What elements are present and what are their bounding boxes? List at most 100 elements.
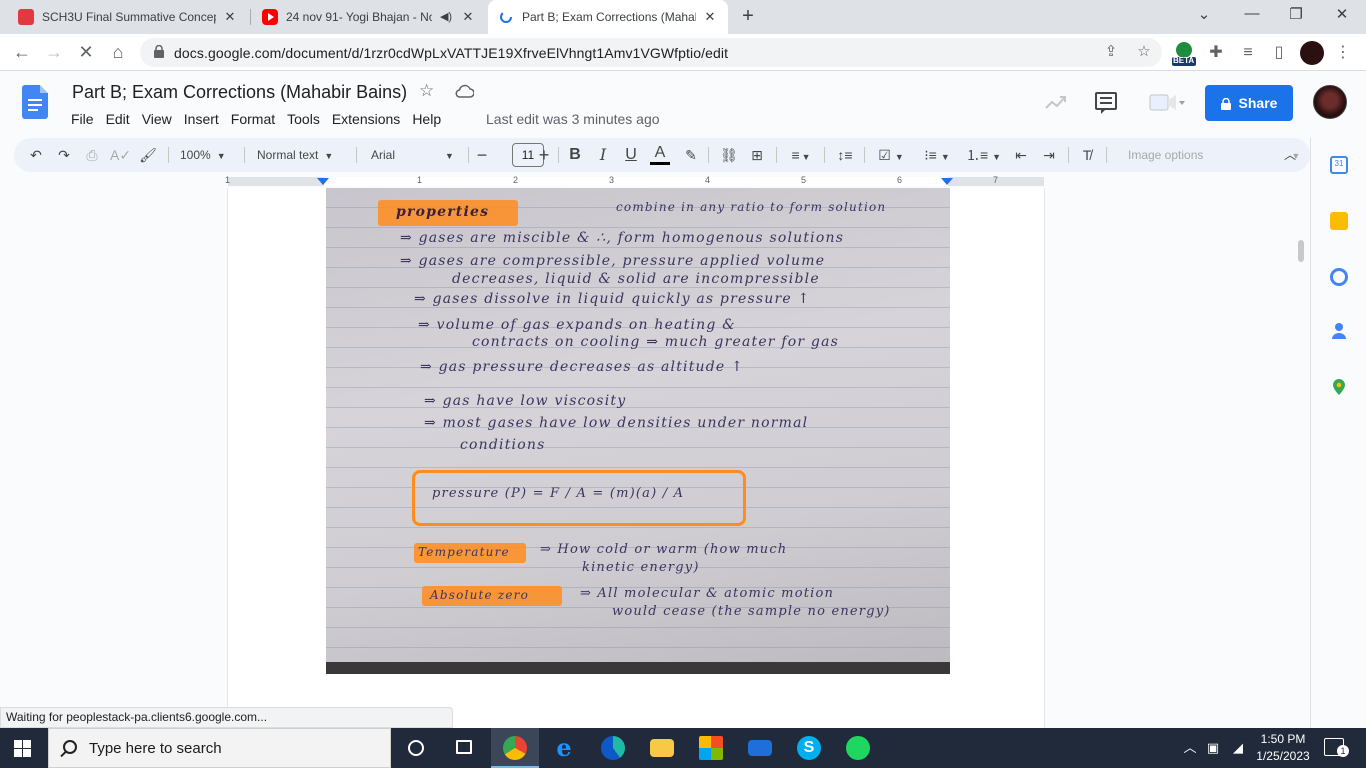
speaker-icon[interactable]: ◀) bbox=[438, 9, 454, 25]
image-options-button[interactable]: Image options ▼ bbox=[1128, 144, 1300, 167]
spotify-icon[interactable] bbox=[834, 728, 882, 768]
bold-button[interactable]: B bbox=[566, 144, 584, 166]
show-hidden-icons-icon[interactable]: ︿ bbox=[1182, 740, 1198, 756]
address-bar[interactable]: docs.google.com/document/d/1rzr0cdWpLxVA… bbox=[140, 38, 1162, 67]
mail-icon[interactable] bbox=[736, 728, 784, 768]
menu-tools[interactable]: Tools bbox=[281, 109, 326, 129]
comments-icon[interactable] bbox=[1093, 90, 1119, 116]
italic-button[interactable]: I bbox=[594, 144, 612, 166]
handwritten-notes-image[interactable]: properties combine in any ratio to form … bbox=[326, 188, 950, 674]
font-family-select[interactable]: Arial ▼ bbox=[371, 144, 461, 166]
decrease-font-size-button[interactable]: − bbox=[474, 144, 490, 166]
task-view-icon[interactable] bbox=[440, 728, 488, 768]
calendar-icon[interactable]: 31 bbox=[1330, 156, 1348, 174]
bulleted-list-icon[interactable]: ⁝≡ ▼ bbox=[920, 144, 954, 166]
left-indent-marker[interactable] bbox=[317, 178, 329, 185]
increase-indent-icon[interactable]: ⇥ bbox=[1038, 144, 1060, 166]
document-page[interactable]: properties combine in any ratio to form … bbox=[228, 188, 1044, 728]
menu-file[interactable]: File bbox=[65, 109, 100, 129]
increase-font-size-button[interactable]: + bbox=[536, 144, 552, 166]
add-comment-icon[interactable]: ⊞ bbox=[746, 144, 768, 166]
menu-format[interactable]: Format bbox=[225, 109, 281, 129]
cloud-status-icon[interactable] bbox=[455, 84, 474, 98]
tab-search-icon[interactable]: ⌄ bbox=[1192, 5, 1216, 25]
lock-icon[interactable] bbox=[154, 45, 164, 58]
close-icon[interactable]: ✕ bbox=[222, 9, 238, 25]
document-title[interactable]: Part B; Exam Corrections (Mahabir Bains) bbox=[72, 82, 407, 103]
line-spacing-icon[interactable]: ↕≡ bbox=[834, 144, 856, 166]
right-indent-marker[interactable] bbox=[941, 178, 953, 185]
file-explorer-icon[interactable] bbox=[638, 728, 686, 768]
wifi-icon[interactable]: ◢ bbox=[1230, 740, 1246, 756]
menu-view[interactable]: View bbox=[136, 109, 178, 129]
contacts-icon[interactable] bbox=[1330, 322, 1348, 340]
menu-extensions[interactable]: Extensions bbox=[326, 109, 406, 129]
home-button[interactable]: ⌂ bbox=[106, 40, 130, 64]
account-avatar[interactable] bbox=[1313, 85, 1347, 119]
new-tab-button[interactable]: + bbox=[738, 6, 758, 27]
zoom-select[interactable]: 100% ▼ bbox=[180, 144, 236, 166]
extensions-puzzle-icon[interactable]: ✚ bbox=[1205, 42, 1227, 64]
edge-icon[interactable] bbox=[589, 728, 637, 768]
device-icon[interactable]: ▣ bbox=[1205, 740, 1221, 756]
close-icon[interactable]: ✕ bbox=[702, 9, 718, 25]
beta-extension-icon[interactable]: BETA bbox=[1171, 40, 1197, 66]
close-icon[interactable]: ✕ bbox=[460, 9, 476, 25]
insert-link-icon[interactable]: ⛓ bbox=[718, 144, 740, 166]
close-window-button[interactable]: ✕ bbox=[1330, 5, 1354, 25]
tasks-icon[interactable] bbox=[1330, 268, 1348, 286]
store-icon[interactable] bbox=[687, 728, 735, 768]
stop-loading-button[interactable]: ✕ bbox=[74, 40, 98, 64]
tab-youtube[interactable]: 24 nov 91- Yogi Bhajan - No ◀) ✕ bbox=[252, 0, 486, 34]
skype-icon[interactable]: S bbox=[785, 728, 833, 768]
undo-icon[interactable]: ↶ bbox=[26, 144, 46, 166]
bookmark-star-icon[interactable]: ☆ bbox=[1135, 43, 1153, 61]
restore-button[interactable]: ❐ bbox=[1284, 5, 1308, 25]
spellcheck-icon[interactable]: A✓ bbox=[110, 144, 131, 166]
maps-icon[interactable] bbox=[1330, 378, 1348, 396]
side-panel-icon[interactable]: ▯ bbox=[1268, 42, 1290, 64]
last-edit-link[interactable]: Last edit was 3 minutes ago bbox=[486, 111, 660, 127]
reading-list-icon[interactable]: ≡ bbox=[1237, 42, 1259, 64]
url-text[interactable]: docs.google.com/document/d/1rzr0cdWpLxVA… bbox=[174, 45, 728, 61]
clock-time[interactable]: 1:50 PM bbox=[1250, 732, 1316, 746]
docs-logo-icon[interactable] bbox=[22, 85, 48, 119]
clock-date[interactable]: 1/25/2023 bbox=[1250, 749, 1316, 763]
paint-format-icon[interactable]: 🖌 bbox=[138, 144, 158, 166]
internet-explorer-icon[interactable]: e bbox=[540, 728, 588, 768]
text-color-button[interactable]: A bbox=[650, 144, 670, 165]
keep-icon[interactable] bbox=[1330, 212, 1348, 230]
star-icon[interactable]: ☆ bbox=[419, 81, 434, 101]
activity-trend-icon[interactable] bbox=[1043, 90, 1069, 116]
menu-insert[interactable]: Insert bbox=[178, 109, 225, 129]
underline-button[interactable]: U bbox=[622, 144, 640, 166]
chrome-taskbar-icon[interactable] bbox=[491, 728, 539, 768]
tab-sch3u[interactable]: SCH3U Final Summative Concept ✕ bbox=[8, 0, 248, 34]
menu-kebab-icon[interactable]: ⋮ bbox=[1332, 42, 1354, 64]
vertical-scrollbar[interactable] bbox=[1298, 240, 1304, 262]
collapse-toolbar-icon[interactable]: ︿ bbox=[1280, 144, 1300, 166]
checklist-icon[interactable]: ☑ ▼ bbox=[874, 144, 908, 166]
cortana-icon[interactable] bbox=[392, 728, 440, 768]
tab-docs-active[interactable]: Part B; Exam Corrections (Mahab ✕ bbox=[488, 0, 728, 34]
profile-avatar[interactable] bbox=[1300, 41, 1324, 65]
taskbar-search-input[interactable]: Type here to search bbox=[48, 728, 391, 768]
highlight-color-icon[interactable]: ✎ bbox=[680, 144, 702, 166]
print-icon[interactable]: ⎙ bbox=[82, 144, 102, 166]
share-button[interactable]: Share bbox=[1205, 85, 1293, 121]
paragraph-style-select[interactable]: Normal text ▼ bbox=[257, 144, 347, 166]
windows-start-icon[interactable] bbox=[14, 740, 31, 757]
notifications-icon[interactable]: 1 bbox=[1324, 738, 1349, 757]
numbered-list-icon[interactable]: ⒈≡ ▼ bbox=[966, 144, 1001, 166]
redo-icon[interactable]: ↷ bbox=[54, 144, 74, 166]
clear-formatting-icon[interactable]: T̸ bbox=[1076, 144, 1098, 166]
minimize-button[interactable]: — bbox=[1240, 5, 1264, 25]
forward-button[interactable]: → bbox=[42, 40, 66, 64]
back-button[interactable]: ← bbox=[10, 40, 34, 64]
meet-icon[interactable] bbox=[1148, 90, 1186, 116]
menu-edit[interactable]: Edit bbox=[100, 109, 136, 129]
align-left-icon[interactable]: ≡ ▼ bbox=[786, 144, 816, 166]
menu-help[interactable]: Help bbox=[406, 109, 447, 129]
decrease-indent-icon[interactable]: ⇤ bbox=[1010, 144, 1032, 166]
share-page-icon[interactable]: ⇪ bbox=[1102, 43, 1120, 61]
